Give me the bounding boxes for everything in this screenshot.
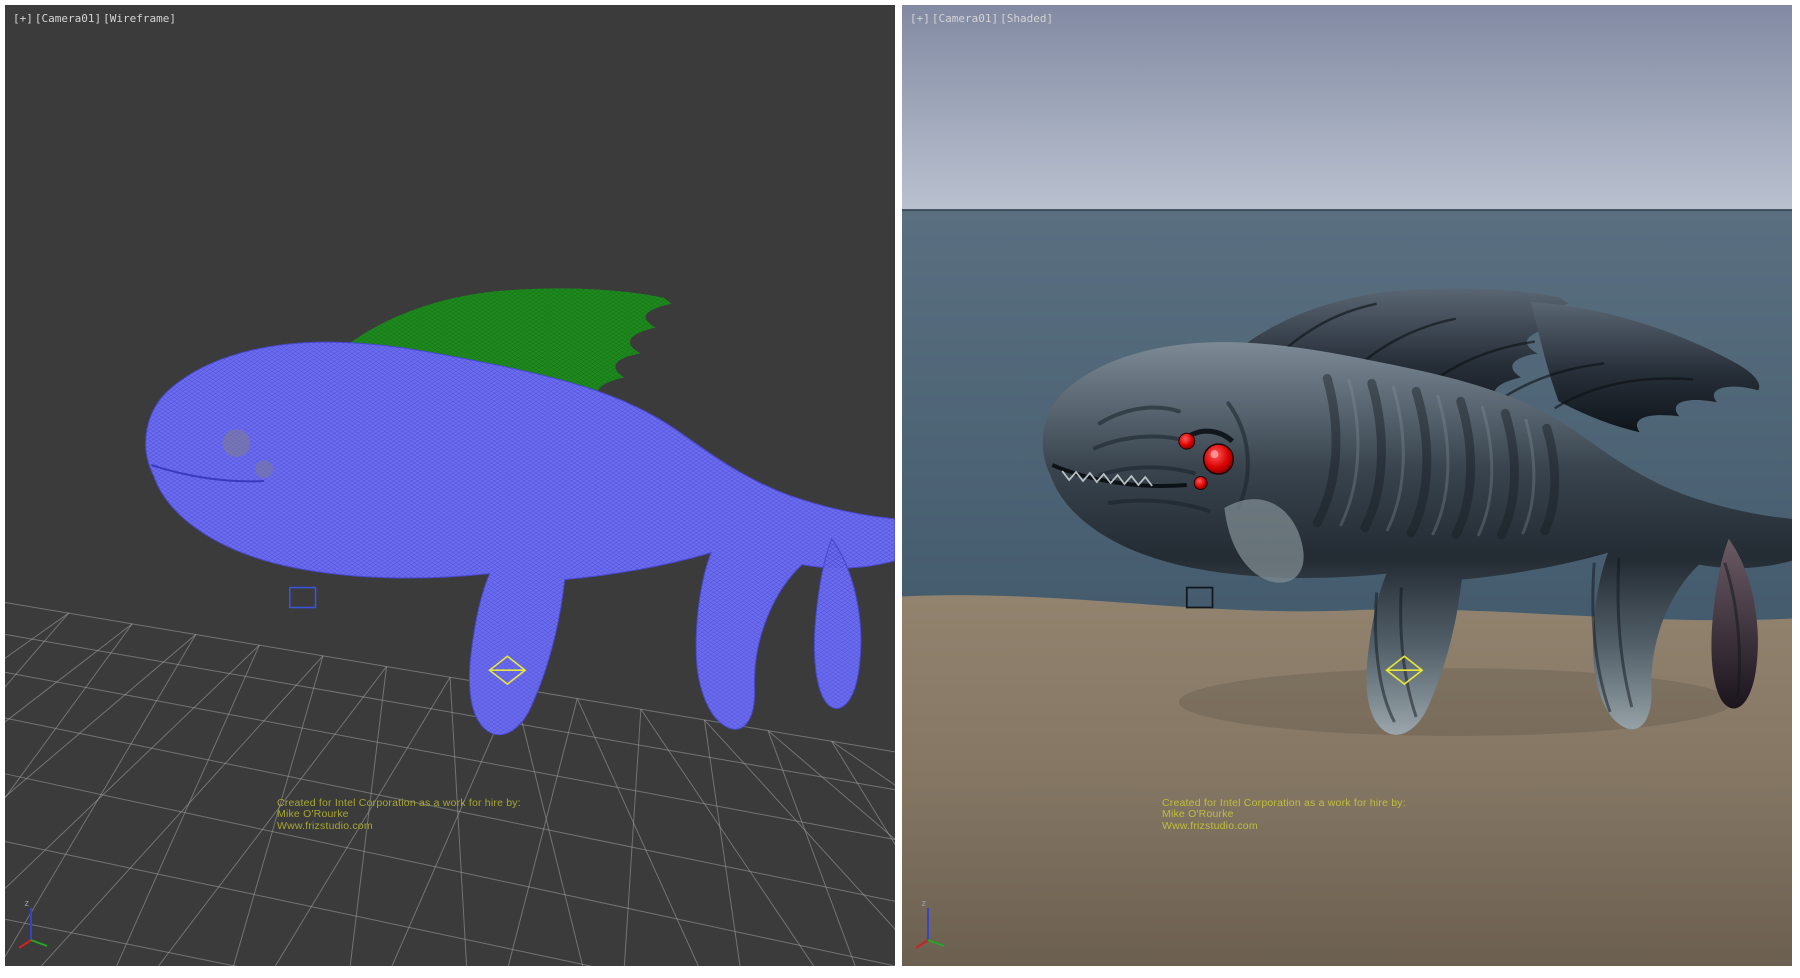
eye-spot-large <box>223 429 251 457</box>
eye-third <box>1194 477 1207 490</box>
viewport-menu-shading[interactable]: [Wireframe] <box>103 12 176 25</box>
credit-line-3: Www.frizstudio.com <box>1162 821 1406 832</box>
world-axis-tripod: z <box>17 896 61 950</box>
credit-line-2: Mike O'Rourke <box>277 809 521 820</box>
axis-x-line <box>19 940 31 948</box>
dual-viewport-stage: [+] [Camera01] [Wireframe] Created for I… <box>0 0 1800 978</box>
viewport-label: [+] [Camera01] [Wireframe] <box>13 12 176 25</box>
credit-line-3: Www.frizstudio.com <box>277 821 521 832</box>
eye-spot-small <box>255 460 273 478</box>
viewport-menu-shading[interactable]: [Shaded] <box>1000 12 1053 25</box>
axis-y-line <box>31 940 47 946</box>
eye-main-highlight <box>1211 450 1219 458</box>
world-axis-tripod: z <box>914 896 958 950</box>
axis-y-line <box>928 940 944 946</box>
ground-plane <box>902 595 1792 966</box>
credit-text: Created for Intel Corporation as a work … <box>1162 798 1406 832</box>
viewport-menu-pov[interactable]: [Camera01] <box>932 12 998 25</box>
axis-z-label: z <box>921 899 926 909</box>
axis-x-line <box>916 940 928 948</box>
axis-z-label: z <box>24 899 29 909</box>
credit-text: Created for Intel Corporation as a work … <box>277 798 521 832</box>
viewport-wireframe[interactable]: [+] [Camera01] [Wireframe] Created for I… <box>5 5 895 966</box>
viewport-menu-pov[interactable]: [Camera01] <box>35 12 101 25</box>
eye-second <box>1179 433 1195 449</box>
viewport-label: [+] [Camera01] [Shaded] <box>910 12 1053 25</box>
eye-main <box>1204 444 1234 474</box>
viewport-menu-general[interactable]: [+] <box>910 12 930 25</box>
sky-background <box>902 5 1792 211</box>
viewport-shaded[interactable]: [+] [Camera01] [Shaded] Created for Inte… <box>902 5 1792 966</box>
credit-line-2: Mike O'Rourke <box>1162 809 1406 820</box>
viewport-menu-general[interactable]: [+] <box>13 12 33 25</box>
